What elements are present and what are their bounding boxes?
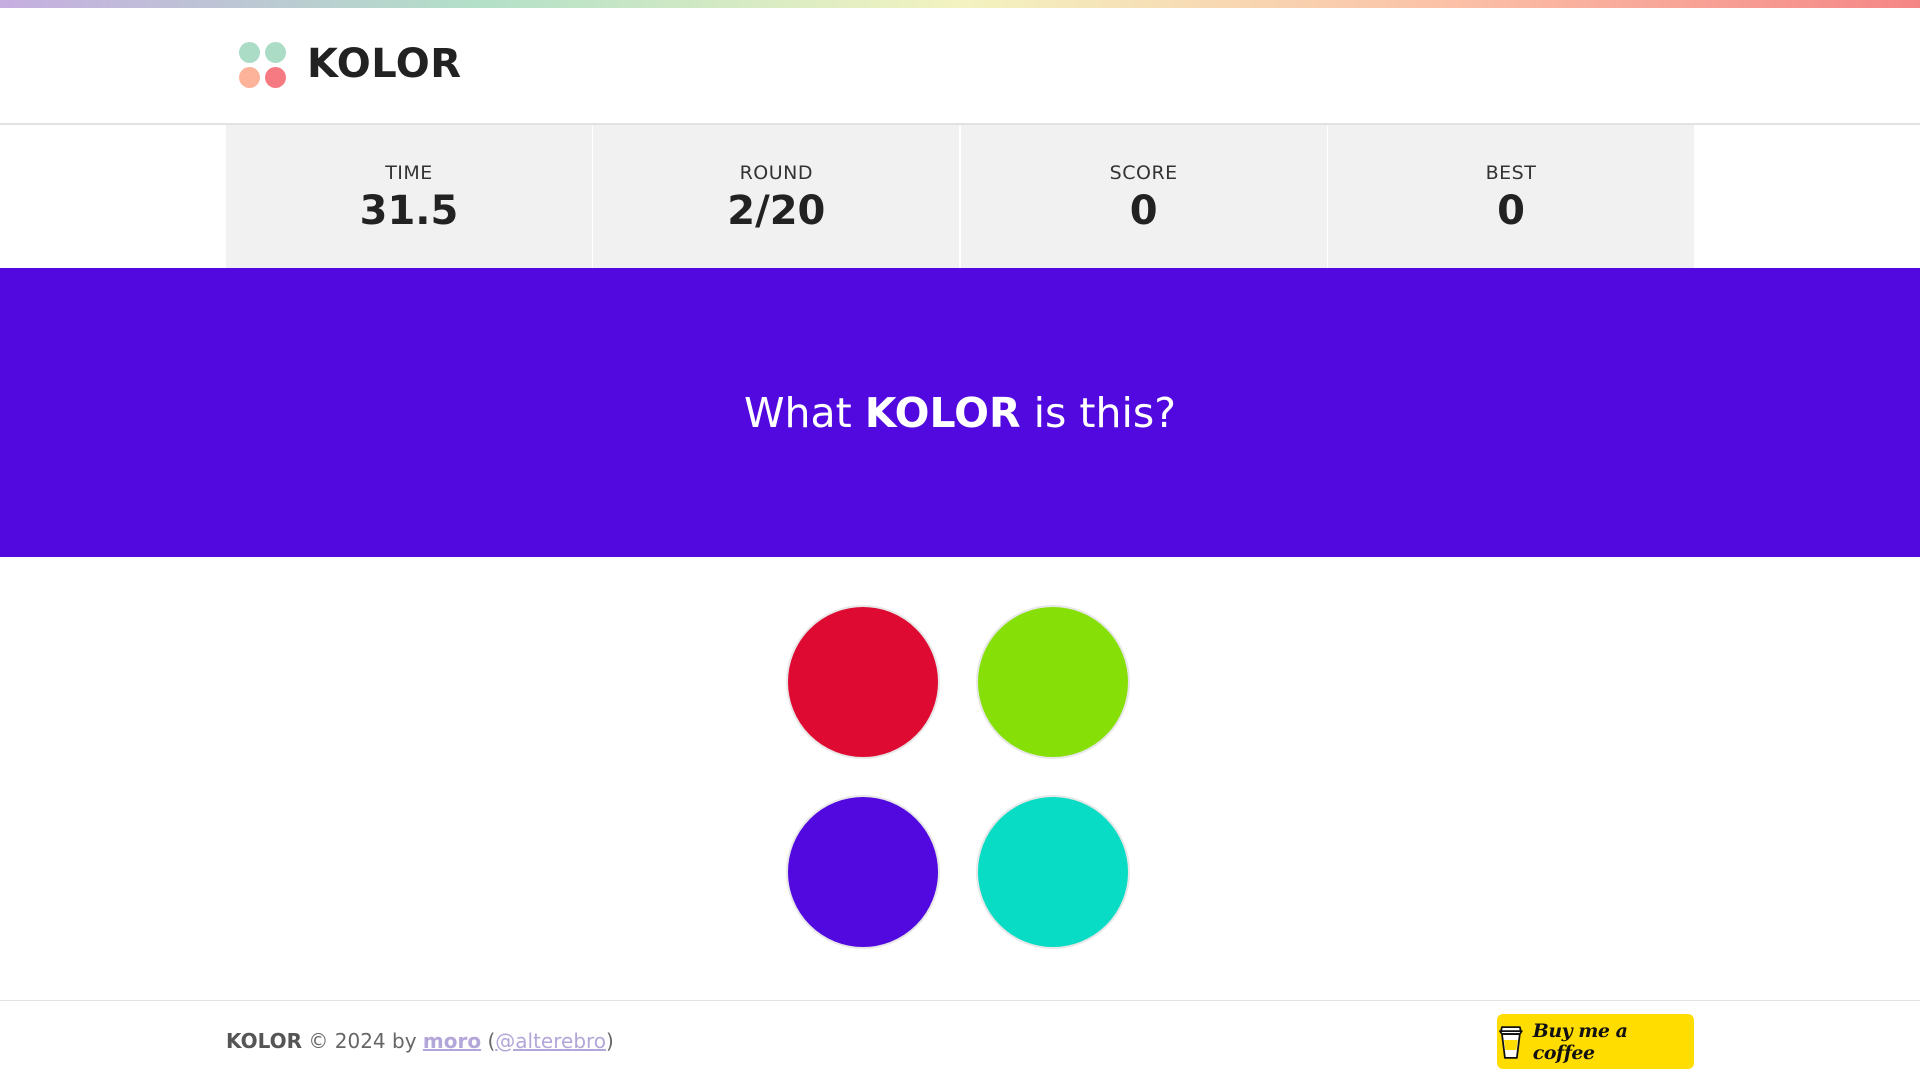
footer-brand: KOLOR <box>226 1029 303 1053</box>
stat-value: 0 <box>1497 188 1525 234</box>
color-choice-button[interactable] <box>786 795 940 949</box>
logo-dot <box>265 67 286 88</box>
coffee-cup-icon <box>1499 1025 1523 1059</box>
kolor-game-page: KOLOR TIME 31.5 ROUND 2/20 SCORE 0 BEST … <box>0 0 1920 1080</box>
color-choice-button[interactable] <box>976 605 1130 759</box>
footer-credits: KOLOR © 2024 by moro (@alterebro) <box>226 1029 614 1053</box>
buy-me-a-coffee-button[interactable]: Buy me a coffee <box>1497 1014 1694 1069</box>
footer-open-paren: ( <box>481 1029 496 1053</box>
stat-label: ROUND <box>739 162 814 184</box>
footer-copyright: © 2024 by <box>302 1029 423 1053</box>
stat-label: BEST <box>1485 162 1537 184</box>
stat-time: TIME 31.5 <box>226 125 592 268</box>
twitter-handle-link[interactable]: @alterebro <box>495 1029 606 1053</box>
author-link[interactable]: moro <box>423 1029 481 1053</box>
kolor-dots-logo-icon <box>237 40 287 88</box>
color-prompt-band: What KOLOR is this? <box>0 268 1920 557</box>
rainbow-top-bar <box>0 0 1920 8</box>
prompt-suffix: is this? <box>1020 388 1177 437</box>
stats-bar: TIME 31.5 ROUND 2/20 SCORE 0 BEST 0 <box>226 125 1694 268</box>
stat-value: 31.5 <box>359 188 459 234</box>
stat-best: BEST 0 <box>1327 125 1694 268</box>
footer-close-paren: ) <box>606 1029 614 1053</box>
stat-value: 2/20 <box>727 188 826 234</box>
stat-round: ROUND 2/20 <box>593 125 960 268</box>
logo-text: KOLOR <box>307 41 462 87</box>
coffee-button-label: Buy me a coffee <box>1532 1019 1628 1064</box>
color-choice-button[interactable] <box>976 795 1130 949</box>
stat-value: 0 <box>1129 188 1158 234</box>
stat-label: TIME <box>385 162 433 184</box>
logo-dot <box>239 42 260 63</box>
logo-dot <box>239 67 260 88</box>
prompt-prefix: What <box>743 388 865 437</box>
prompt-question: What KOLOR is this? <box>744 389 1176 437</box>
prompt-emphasis: KOLOR <box>864 388 1021 437</box>
logo-dot <box>265 42 286 63</box>
stat-label: SCORE <box>1109 162 1178 184</box>
home-logo-link[interactable]: KOLOR <box>237 40 462 88</box>
stat-score: SCORE 0 <box>960 125 1327 268</box>
site-footer: KOLOR © 2024 by moro (@alterebro) Buy me… <box>0 1000 1920 1080</box>
color-choices <box>786 605 1136 955</box>
site-header: KOLOR <box>0 8 1920 125</box>
color-choice-button[interactable] <box>786 605 940 759</box>
